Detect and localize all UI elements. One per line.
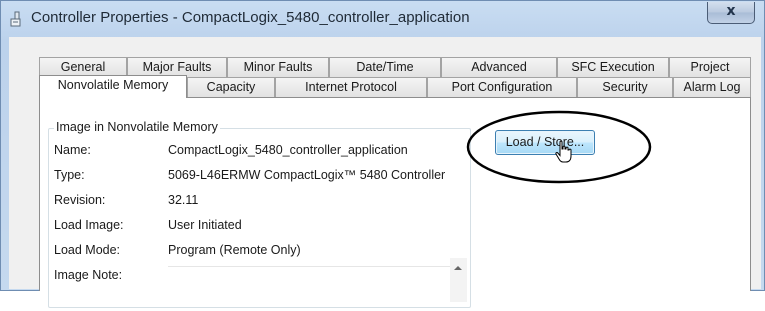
tab-major-faults[interactable]: Major Faults — [127, 57, 227, 77]
name-value: CompactLogix_5480_controller_application — [168, 143, 408, 157]
mouse-pointer-icon — [555, 140, 572, 163]
close-icon: x — [726, 3, 736, 19]
image-note-field[interactable] — [168, 266, 460, 311]
tab-row-1: General Major Faults Minor Faults Date/T… — [39, 57, 751, 77]
tab-capacity[interactable]: Capacity — [187, 77, 275, 97]
tab-nonvolatile-memory[interactable]: Nonvolatile Memory — [39, 75, 187, 98]
tab-advanced[interactable]: Advanced — [441, 57, 557, 77]
nonvolatile-memory-panel: Image in Nonvolatile Memory Name: Compac… — [39, 97, 751, 308]
controller-properties-window: Controller Properties - CompactLogix_548… — [0, 0, 765, 308]
name-label: Name: — [54, 143, 91, 157]
tab-port-configuration[interactable]: Port Configuration — [427, 77, 577, 97]
close-button[interactable]: x — [707, 2, 755, 24]
image-note-label: Image Note: — [54, 268, 123, 282]
revision-value: 32.11 — [168, 193, 199, 207]
tab-minor-faults[interactable]: Minor Faults — [227, 57, 329, 77]
tab-project[interactable]: Project — [669, 57, 751, 77]
load-mode-label: Load Mode: — [54, 243, 121, 257]
load-image-label: Load Image: — [54, 218, 124, 232]
tab-date-time[interactable]: Date/Time — [329, 57, 441, 77]
load-store-button[interactable]: Load / Store... — [495, 130, 595, 155]
controller-properties-icon — [10, 11, 21, 27]
revision-label: Revision: — [54, 193, 106, 207]
tab-internet-protocol[interactable]: Internet Protocol — [275, 77, 427, 97]
type-label: Type: — [54, 168, 85, 182]
tab-sfc-execution[interactable]: SFC Execution — [557, 57, 669, 77]
image-group-title: Image in Nonvolatile Memory — [54, 120, 220, 134]
scroll-up-arrow-icon[interactable] — [454, 266, 462, 270]
tab-row-2: Nonvolatile Memory Capacity Internet Pro… — [39, 75, 751, 98]
load-image-value: User Initiated — [168, 218, 242, 232]
tab-alarm-log[interactable]: Alarm Log — [673, 77, 751, 97]
load-mode-value: Program (Remote Only) — [168, 243, 301, 257]
tab-security[interactable]: Security — [577, 77, 673, 97]
tab-general[interactable]: General — [39, 57, 127, 77]
type-value: 5069-L46ERMW CompactLogix™ 5480 Controll… — [168, 168, 446, 182]
window-title: Controller Properties - CompactLogix_548… — [31, 9, 470, 26]
image-note-scrollbar[interactable] — [450, 258, 467, 302]
title-bar[interactable]: Controller Properties - CompactLogix_548… — [1, 1, 764, 37]
